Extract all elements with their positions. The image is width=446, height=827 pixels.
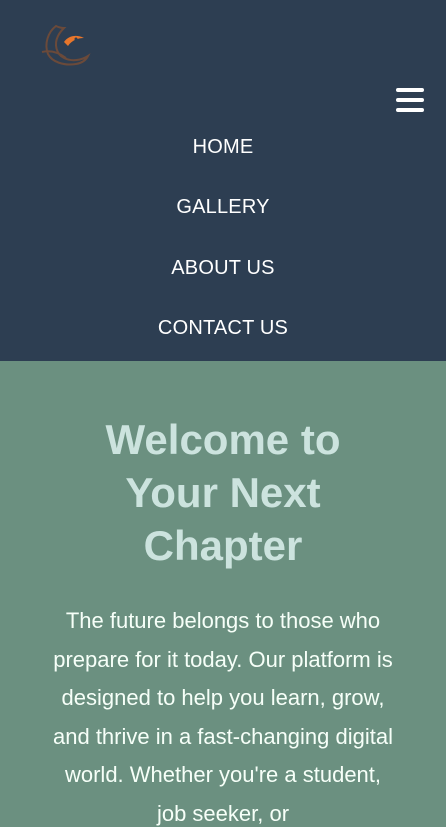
hamburger-menu-icon-bar xyxy=(396,108,424,112)
nav-link-contact[interactable]: CONTACT US xyxy=(158,317,288,340)
nav-item-home: HOME xyxy=(0,117,446,178)
hero-section: Welcome to Your Next Chapter The future … xyxy=(0,361,446,827)
site-header: HOME GALLERY ABOUT US CONTACT US xyxy=(0,0,446,361)
nav-item-about: ABOUT US xyxy=(0,238,446,299)
nav-item-contact: CONTACT US xyxy=(0,299,446,360)
nav-link-gallery[interactable]: GALLERY xyxy=(176,196,269,219)
nav-item-gallery: GALLERY xyxy=(0,178,446,239)
logo-link[interactable] xyxy=(36,22,92,70)
nav-link-home[interactable]: HOME xyxy=(193,136,254,159)
hamburger-menu-icon-bar xyxy=(396,98,424,102)
hamburger-menu-icon-bar xyxy=(396,88,424,92)
hero-text: The future belongs to those who prepare … xyxy=(53,608,393,826)
hamburger-menu-button[interactable] xyxy=(396,88,424,116)
bird-logo-icon xyxy=(41,24,91,66)
page: HOME GALLERY ABOUT US CONTACT US Welcome… xyxy=(0,0,446,827)
hero-title: Welcome to Your Next Chapter xyxy=(105,416,341,569)
nav-link-about[interactable]: ABOUT US xyxy=(171,257,274,280)
main-nav: HOME GALLERY ABOUT US CONTACT US xyxy=(0,117,446,359)
